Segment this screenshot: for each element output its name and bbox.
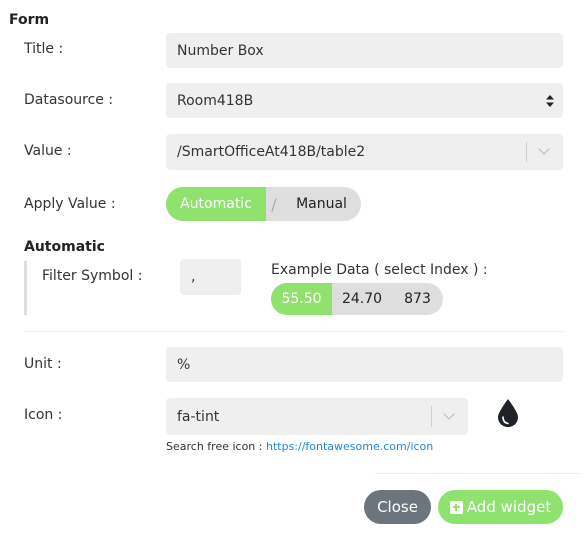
icon-label: Icon :: [24, 407, 63, 423]
automatic-section-bar: [24, 261, 27, 315]
datasource-label: Datasource :: [24, 92, 114, 108]
add-widget-button[interactable]: Add widget: [438, 490, 563, 524]
footer-divider: [375, 473, 579, 474]
title-label: Title :: [24, 41, 64, 57]
combobox-separator: [431, 406, 432, 427]
apply-value-label: Apply Value :: [24, 196, 116, 212]
example-option-2[interactable]: 873: [392, 283, 443, 315]
example-option-1[interactable]: 24.70: [332, 283, 392, 315]
filter-symbol-label: Filter Symbol :: [42, 268, 143, 284]
datasource-select-value: Room418B: [177, 92, 254, 109]
value-combobox-value: /SmartOfficeAt418B/table2: [177, 144, 366, 160]
plus-square-icon: [449, 500, 463, 514]
value-combobox[interactable]: /SmartOfficeAt418B/table2: [166, 134, 563, 170]
toggle-separator: /: [271, 194, 277, 214]
example-data-selector: 55.50 24.70 873: [271, 283, 443, 315]
close-button[interactable]: Close: [364, 490, 431, 524]
apply-value-toggle: Automatic / Manual: [166, 187, 361, 221]
icon-combobox-value: fa-tint: [177, 408, 220, 425]
value-label: Value :: [24, 143, 72, 159]
section-divider: [24, 331, 563, 332]
unit-input[interactable]: %: [166, 347, 563, 382]
add-widget-label: Add widget: [466, 498, 552, 516]
automatic-option[interactable]: Automatic: [166, 187, 266, 221]
search-hint-text: Search free icon :: [166, 440, 266, 453]
combobox-separator: [526, 142, 527, 162]
tint-icon: [498, 399, 518, 427]
example-data-label: Example Data ( select Index ) :: [271, 262, 488, 278]
filter-symbol-input[interactable]: ,: [180, 259, 241, 295]
chevron-down-icon[interactable]: [538, 143, 550, 155]
title-input[interactable]: Number Box: [166, 33, 563, 68]
fontawesome-link[interactable]: https://fontawesome.com/icon: [266, 440, 433, 453]
form-heading: Form: [9, 12, 50, 28]
unit-label: Unit :: [24, 356, 62, 372]
automatic-heading: Automatic: [24, 239, 105, 255]
unit-input-value: %: [177, 356, 191, 373]
icon-combobox[interactable]: fa-tint: [166, 398, 468, 435]
filter-symbol-value: ,: [191, 269, 196, 285]
chevron-down-icon[interactable]: [443, 408, 455, 420]
close-button-label: Close: [377, 498, 418, 516]
title-input-value: Number Box: [177, 42, 264, 59]
icon-search-hint: Search free icon : https://fontawesome.c…: [166, 440, 433, 453]
example-option-0[interactable]: 55.50: [271, 283, 332, 315]
datasource-select[interactable]: Room418B: [166, 83, 563, 118]
manual-option[interactable]: Manual: [282, 187, 361, 221]
select-arrows-icon: [546, 94, 554, 107]
